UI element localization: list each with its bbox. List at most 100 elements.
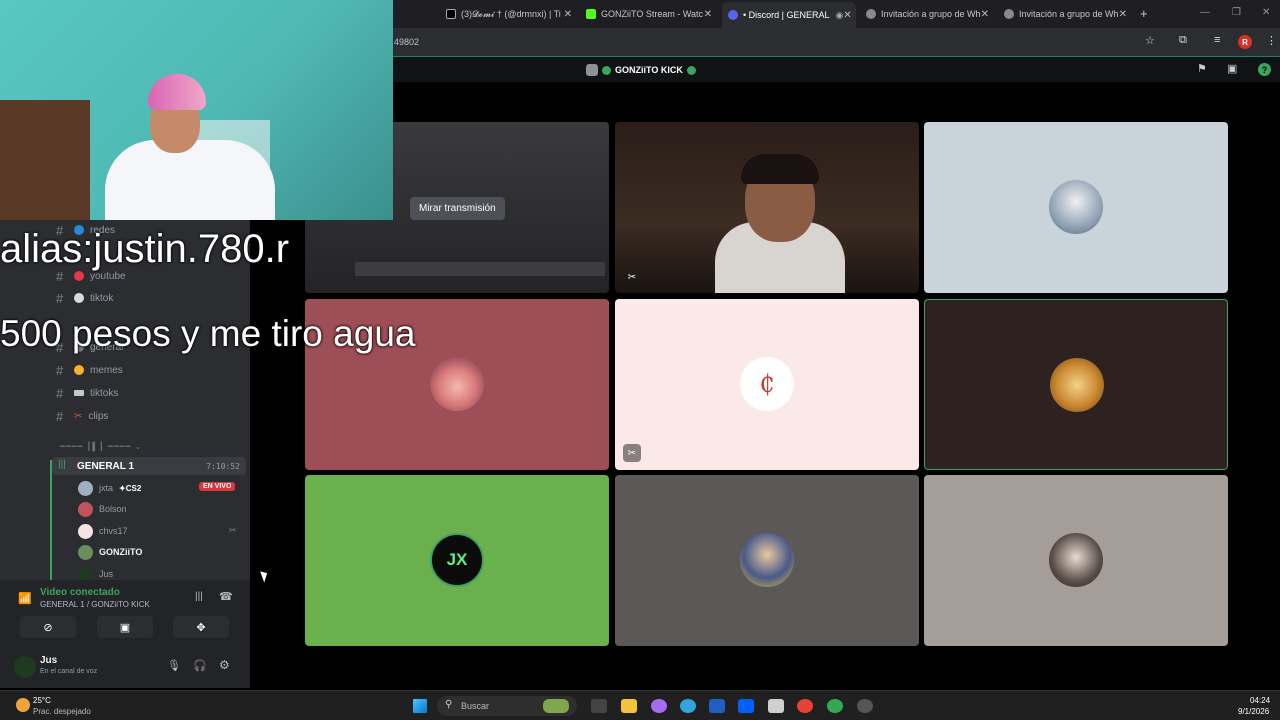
- microphone-icon[interactable]: 🎙: [167, 659, 181, 672]
- camera-off-icon: ⊘: [43, 621, 53, 634]
- user-tile[interactable]: [615, 475, 919, 646]
- app-icon[interactable]: [857, 699, 873, 713]
- close-icon[interactable]: ✕: [564, 9, 572, 20]
- avatar: [78, 544, 93, 560]
- user-tile[interactable]: JX: [305, 475, 609, 646]
- temperature[interactable]: 25°C: [33, 696, 51, 705]
- edge-icon[interactable]: [680, 699, 696, 713]
- globe-icon: [1004, 9, 1014, 19]
- more-icon[interactable]: ⋮: [1266, 34, 1277, 47]
- close-icon[interactable]: ✕: [704, 9, 712, 20]
- tab-discord[interactable]: • Discord | GENERAL ◉ ✕: [722, 2, 856, 28]
- camera-tile[interactable]: ✂: [615, 122, 919, 293]
- tab-title: Invitación a grupo de Wh: [1019, 9, 1119, 19]
- status-dot-icon: [686, 65, 696, 75]
- activities-button[interactable]: ✥: [173, 616, 229, 638]
- copilot-icon[interactable]: [651, 699, 667, 713]
- hash-icon: #: [56, 290, 64, 306]
- channel-memes[interactable]: # memes: [56, 362, 123, 378]
- channel-clips[interactable]: # ✂ clips: [56, 408, 108, 424]
- activities-icon: ✥: [196, 621, 206, 634]
- chrome-icon[interactable]: [797, 699, 813, 713]
- voice-member-chvs17[interactable]: chvs17: [78, 522, 128, 540]
- task-view-icon[interactable]: [591, 699, 607, 713]
- screen-share-button[interactable]: ▣: [97, 616, 153, 638]
- status-dot-icon: [602, 65, 611, 75]
- close-window-button[interactable]: ✕: [1262, 7, 1270, 18]
- noise-suppression-icon[interactable]: |||: [195, 591, 203, 602]
- user-avatar: [1049, 180, 1103, 234]
- tab-kick[interactable]: GONZiiTO Stream - Watc ✕: [580, 4, 718, 24]
- star-icon[interactable]: ☆: [1145, 34, 1155, 47]
- settings-gear-icon[interactable]: ⚙: [219, 658, 230, 672]
- windows-start-icon[interactable]: [413, 699, 427, 713]
- user-panel: Jus En el canal de voz 🎙 🎧 ⚙: [0, 648, 250, 688]
- film-icon: [74, 390, 84, 396]
- user-tile[interactable]: ₵ ✂: [615, 299, 919, 470]
- voice-channel-general-1[interactable]: ||| GENERAL 1 7:10:52: [52, 457, 246, 475]
- user-avatar: JX: [430, 533, 484, 587]
- voice-member-bolson[interactable]: Bolson: [78, 500, 127, 518]
- mic-muted-icon: ✂: [229, 525, 237, 535]
- user-tile[interactable]: [924, 122, 1228, 293]
- tab-title: (3)𝓓𝓸𝓶𝓲 † (@drmnxi) | Ti: [461, 8, 561, 19]
- weather-text[interactable]: Prac. despejado: [33, 707, 91, 716]
- minimize-button[interactable]: —: [1200, 7, 1210, 18]
- clock-time[interactable]: 04:24: [1250, 696, 1270, 705]
- dropbox-icon[interactable]: [738, 699, 754, 713]
- person-hair: [741, 154, 819, 184]
- url-text[interactable]: 49802: [394, 37, 419, 47]
- user-avatar: [740, 533, 794, 587]
- user-tile[interactable]: [924, 475, 1228, 646]
- tiktok-icon: [74, 293, 84, 303]
- voice-member-jxta[interactable]: jxta ✦CS2: [78, 479, 141, 497]
- maximize-button[interactable]: ❐: [1232, 7, 1241, 18]
- close-icon[interactable]: ✕: [843, 10, 851, 21]
- overlay-donation-text: 500 pesos y me tiro agua: [0, 313, 416, 354]
- hash-icon: #: [56, 408, 64, 424]
- taskbar-search[interactable]: ⚲ Buscar: [437, 696, 577, 716]
- flag-icon[interactable]: ⚑: [1197, 62, 1207, 75]
- channel-tiktok[interactable]: # tiktok: [56, 290, 113, 306]
- camera-off-button[interactable]: ⊘: [20, 616, 76, 638]
- search-placeholder: Buscar: [461, 701, 490, 711]
- watch-stream-button[interactable]: Mirar transmisión: [410, 197, 505, 220]
- close-icon[interactable]: ✕: [1119, 9, 1127, 20]
- media-icon[interactable]: ≡: [1214, 34, 1220, 46]
- avatar: [78, 523, 93, 539]
- channel-label: tiktok: [90, 292, 114, 304]
- headphones-icon[interactable]: 🎧: [193, 659, 207, 672]
- user-avatar: ₵: [740, 357, 794, 411]
- chrome-profile-icon[interactable]: [827, 699, 843, 713]
- store-icon[interactable]: [709, 699, 725, 713]
- clock-date[interactable]: 9/1/2026: [1238, 707, 1269, 716]
- profile-avatar[interactable]: R: [1238, 35, 1252, 49]
- kick-icon: [586, 9, 596, 19]
- weather-icon: [16, 698, 30, 712]
- voice-member-gonziito[interactable]: GONZiiTO: [78, 543, 142, 561]
- inbox-icon[interactable]: ▣: [1227, 62, 1237, 75]
- channel-tiktoks[interactable]: # tiktoks: [56, 385, 118, 401]
- close-icon[interactable]: ✕: [981, 9, 989, 20]
- extensions-icon[interactable]: ⧉: [1179, 34, 1187, 47]
- file-explorer-icon[interactable]: [621, 699, 637, 713]
- tab-whatsapp-2[interactable]: Invitación a grupo de Wh ✕: [998, 4, 1132, 24]
- channel-label: clips: [88, 410, 109, 422]
- tab-tiktok[interactable]: (3)𝓓𝓸𝓶𝓲 † (@drmnxi) | Ti ✕: [440, 4, 578, 24]
- avatar[interactable]: [14, 656, 36, 678]
- tab-whatsapp-1[interactable]: Invitación a grupo de Wh ✕: [860, 4, 994, 24]
- user-avatar: [430, 357, 484, 411]
- channel-label: tiktoks: [90, 387, 119, 399]
- notes-icon[interactable]: [768, 699, 784, 713]
- user-tile-speaking[interactable]: [924, 299, 1228, 470]
- channel-label: memes: [90, 364, 123, 376]
- new-tab-button[interactable]: +: [1140, 6, 1148, 21]
- server-icon: [586, 64, 598, 76]
- voice-location-text[interactable]: GENERAL 1 / GONZiiTO KICK: [40, 600, 150, 609]
- user-avatar: [1050, 358, 1104, 412]
- help-icon[interactable]: ?: [1258, 63, 1271, 76]
- disconnect-icon[interactable]: ☎: [219, 590, 233, 603]
- signal-icon: 📶: [18, 593, 32, 605]
- member-name: chvs17: [99, 526, 128, 536]
- tab-title: • Discord | GENERAL: [743, 10, 830, 20]
